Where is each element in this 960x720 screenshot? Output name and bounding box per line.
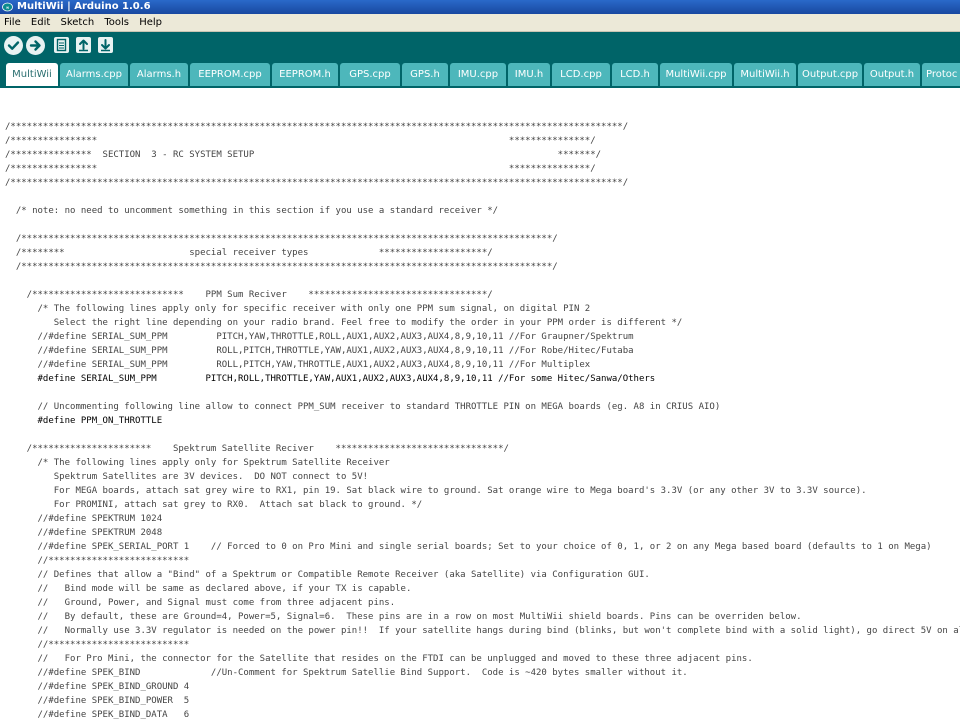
code-line: /********************** Spektrum Satelli… [5,444,509,454]
code-line: Spektrum Satellites are 3V devices. DO N… [5,472,369,482]
code-line: // Normally use 3.3V regulator is needed… [5,626,960,636]
tab-protocol[interactable]: Protoc [922,63,960,86]
tab-output-h[interactable]: Output.h [864,63,920,86]
new-file-icon [56,38,67,52]
menu-tools[interactable]: Tools [101,14,132,31]
code-line: //#define SPEK_SERIAL_PORT 1 // Forced t… [5,542,932,552]
code-line: /***************************************… [5,178,629,188]
code-line: /******** special receiver types *******… [5,248,493,258]
open-arrow-up-icon [79,39,88,52]
code-line: // Bind mode will be same as declared ab… [5,584,412,594]
code-line: For MEGA boards, attach sat grey wire to… [5,486,867,496]
code-line: /* note: no need to uncomment something … [5,206,499,216]
menu-file[interactable]: File [1,14,24,31]
tab-lcd-h[interactable]: LCD.h [612,63,658,86]
arduino-logo-icon: ∞ [2,2,13,12]
code-line: Select the right line depending on your … [5,318,683,328]
window-title: MultiWii | Arduino 1.0.6 [17,1,151,12]
code-line: For PROMINI, attach sat grey to RX0. Att… [5,500,423,510]
code-line: /**************** ***************/ [5,136,596,146]
tab-gps-h[interactable]: GPS.h [402,63,448,86]
code-line: //#define SERIAL_SUM_PPM PITCH,YAW,THROT… [5,332,634,342]
tab-gps-cpp[interactable]: GPS.cpp [340,63,400,86]
tab-lcd-cpp[interactable]: LCD.cpp [552,63,610,86]
code-line: // Uncommenting following line allow to … [5,402,721,412]
code-line: // Defines that allow a "Bind" of a Spek… [5,570,650,580]
code-editor[interactable]: /***************************************… [0,88,960,720]
menu-bar: File Edit Sketch Tools Help [0,14,960,32]
code-line: // By default, these are Ground=4, Power… [5,612,802,622]
open-button[interactable] [76,37,91,53]
code-line: //#define SPEKTRUM 1024 [5,514,163,524]
code-line: /***************************************… [5,262,558,272]
code-line: // For Pro Mini, the connector for the S… [5,654,753,664]
tab-multiwii-h[interactable]: MultiWii.h [734,63,796,86]
save-button[interactable] [98,37,113,53]
tab-alarms-cpp[interactable]: Alarms.cpp [60,63,128,86]
code-line: //#define SPEKTRUM 2048 [5,528,163,538]
code-line: /* The following lines apply only for sp… [5,304,591,314]
menu-help[interactable]: Help [136,14,165,31]
verify-button[interactable] [4,36,23,55]
svg-text:∞: ∞ [6,6,10,11]
arrow-right-icon [29,40,41,51]
code-line: // Ground, Power, and Signal must come f… [5,598,396,608]
tab-imu-h[interactable]: IMU.h [508,63,550,86]
tab-bar: MultiWii Alarms.cpp Alarms.h EEPROM.cpp … [0,60,960,88]
code-line: //#define SERIAL_SUM_PPM ROLL,PITCH,THRO… [5,346,634,356]
code-line: //#define SPEK_BIND_DATA 6 [5,710,190,720]
tab-imu-cpp[interactable]: IMU.cpp [450,63,506,86]
code-line: #define PPM_ON_THROTTLE [5,416,163,426]
tab-output-cpp[interactable]: Output.cpp [798,63,862,86]
menu-edit[interactable]: Edit [28,14,53,31]
code-line: /* The following lines apply only for Sp… [5,458,390,468]
toolbar [0,32,960,60]
code-line: /**************** ***************/ [5,164,596,174]
code-line: //#define SERIAL_SUM_PPM ROLL,PITCH,YAW,… [5,360,591,370]
tab-eeprom-cpp[interactable]: EEPROM.cpp [190,63,270,86]
tab-multiwii[interactable]: MultiWii [6,63,58,86]
code-line: //************************** [5,640,190,650]
menu-sketch[interactable]: Sketch [57,14,97,31]
save-arrow-down-icon [101,39,110,52]
new-button[interactable] [54,37,69,53]
title-bar: ∞ MultiWii | Arduino 1.0.6 [0,0,960,14]
check-icon [7,41,20,50]
code-line: /***************************************… [5,234,558,244]
tab-multiwii-cpp[interactable]: MultiWii.cpp [660,63,732,86]
code-line: #define SERIAL_SUM_PPM PITCH,ROLL,THROTT… [5,374,656,384]
code-line: //#define SPEK_BIND //Un-Comment for Spe… [5,668,688,678]
tab-alarms-h[interactable]: Alarms.h [130,63,188,86]
code-line: /***************************************… [5,122,629,132]
code-line: //#define SPEK_BIND_GROUND 4 [5,682,190,692]
code-line: //#define SPEK_BIND_POWER 5 [5,696,190,706]
code-line: /*************** SECTION 3 - RC SYSTEM S… [5,150,602,160]
code-line: /**************************** PPM Sum Re… [5,290,493,300]
tab-eeprom-h[interactable]: EEPROM.h [272,63,338,86]
code-line: //************************** [5,556,190,566]
upload-button[interactable] [26,36,45,55]
